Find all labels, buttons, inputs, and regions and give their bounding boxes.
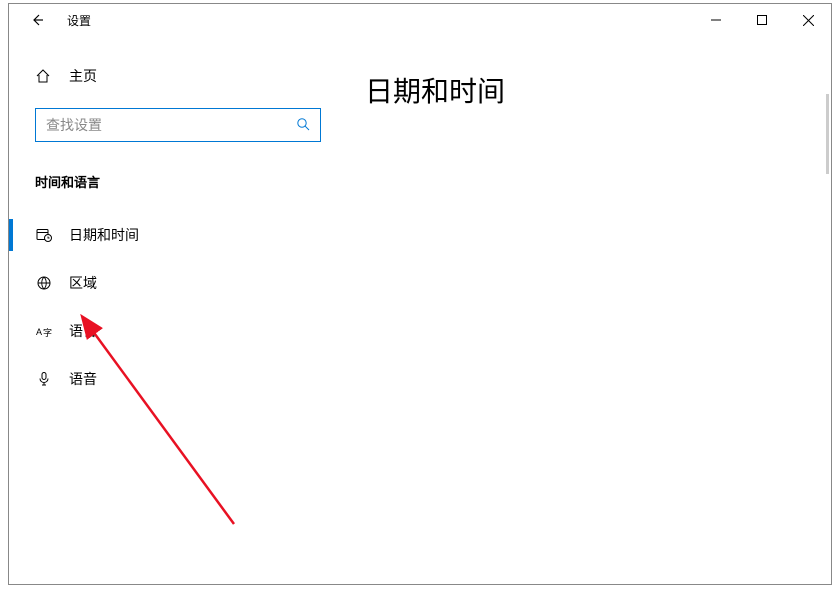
nav-item-label: 区域	[69, 273, 97, 293]
search-box[interactable]	[35, 108, 321, 142]
window-controls	[693, 4, 831, 36]
titlebar: 设置	[9, 4, 831, 36]
microphone-icon	[35, 371, 53, 387]
nav-item-label: 语音	[69, 369, 97, 389]
nav-item-speech[interactable]: 语音	[9, 355, 337, 403]
back-arrow-icon	[30, 13, 44, 27]
close-button[interactable]	[785, 4, 831, 36]
svg-text:字: 字	[43, 327, 52, 338]
sidebar: 主页 时间和语言 日期和时间	[9, 36, 337, 584]
page-title: 日期和时间	[365, 70, 803, 110]
category-heading: 时间和语言	[35, 172, 337, 191]
svg-text:A: A	[36, 327, 42, 337]
search-input[interactable]	[46, 117, 296, 133]
minimize-icon	[711, 15, 721, 25]
settings-window: 设置 主页	[8, 3, 832, 585]
language-icon: A字	[35, 323, 53, 339]
home-button[interactable]: 主页	[9, 56, 337, 96]
back-button[interactable]	[27, 10, 47, 30]
content-area: 主页 时间和语言 日期和时间	[9, 36, 831, 584]
maximize-icon	[757, 15, 767, 25]
home-icon	[35, 68, 53, 84]
window-title: 设置	[67, 12, 91, 29]
scrollbar[interactable]	[826, 94, 829, 174]
nav-item-region[interactable]: 区域	[9, 259, 337, 307]
calendar-clock-icon	[35, 227, 53, 243]
maximize-button[interactable]	[739, 4, 785, 36]
close-icon	[803, 15, 814, 26]
main-panel: 日期和时间	[337, 36, 831, 584]
nav-item-label: 语言	[69, 321, 97, 341]
search-icon	[296, 117, 310, 134]
globe-icon	[35, 275, 53, 291]
nav-item-label: 日期和时间	[69, 225, 139, 245]
nav-list: 日期和时间 区域 A字 语言	[9, 211, 337, 403]
home-label: 主页	[69, 66, 97, 86]
nav-item-datetime[interactable]: 日期和时间	[9, 211, 337, 259]
minimize-button[interactable]	[693, 4, 739, 36]
nav-item-language[interactable]: A字 语言	[9, 307, 337, 355]
